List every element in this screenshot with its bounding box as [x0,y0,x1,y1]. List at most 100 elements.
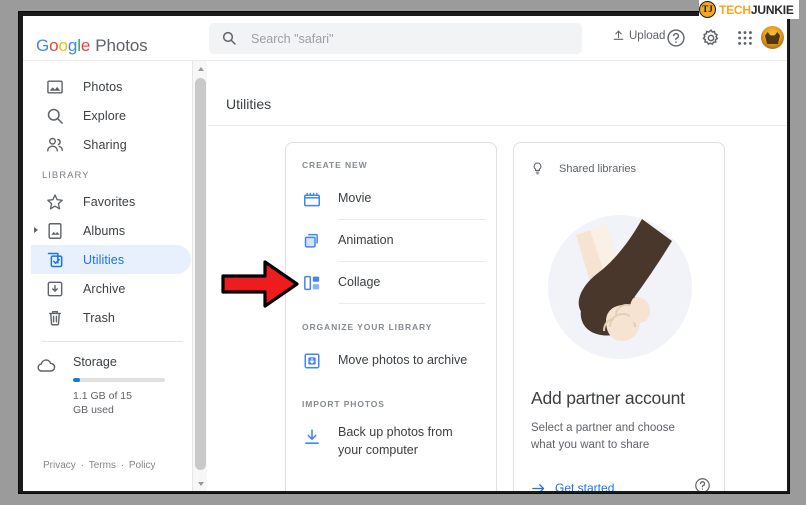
sidebar-divider [42,341,183,342]
get-started-button[interactable]: Get started [531,481,614,491]
create-collage-label: Collage [338,275,381,290]
movie-icon [303,192,320,206]
terms-link[interactable]: Terms [89,460,116,471]
scrollbar-thumb[interactable] [195,78,206,470]
sidebar-item-photos[interactable]: Photos [31,72,191,101]
search-input[interactable] [251,23,571,54]
sidebar-item-trash[interactable]: Trash [31,303,191,332]
back-up-photos-row[interactable]: Back up photos from your computer [302,417,486,459]
logo-letter-e: e [80,36,91,55]
create-animation-row[interactable]: Animation [302,220,486,261]
sidebar-item-favorites[interactable]: Favorites [31,187,191,216]
page-title: Utilities [226,96,272,112]
title-divider [208,125,787,126]
footer-sep: · [120,460,125,471]
techjunkie-badge-icon: TJ [699,1,716,18]
album-icon [48,222,62,239]
sidebar: Photos Explore Sharing LIBRARY Favorites… [23,61,199,491]
footer-sep: · [80,460,84,471]
get-started-label: Get started [555,481,615,491]
people-icon [47,137,63,152]
sidebar-section-library: LIBRARY [42,170,90,181]
chevron-right-icon[interactable] [34,227,38,233]
sidebar-item-utilities[interactable]: Utilities [31,245,191,274]
trash-icon [48,310,62,325]
photo-icon [47,79,63,94]
section-label-organize: ORGANIZE YOUR LIBRARY [302,322,433,332]
watermark-junkie-text: JUNKIE [750,2,794,17]
sidebar-scrollbar[interactable] [192,61,207,491]
section-label-create-new: CREATE NEW [302,160,368,170]
create-collage-row[interactable]: Collage [302,262,486,303]
storage-usage-text: 1.1 GB of 15 GB used [73,389,132,416]
avatar-image [765,32,780,44]
gear-icon[interactable] [701,28,721,48]
download-icon [305,429,319,444]
upload-icon [613,30,624,40]
privacy-link[interactable]: Privacy [43,460,76,471]
add-partner-account-title: Add partner account [531,388,685,408]
logo-letter-o2: o [58,36,68,55]
row-divider [338,303,486,304]
search-icon [222,31,236,45]
screenshot-root: GooglePhotos Upload [0,0,806,505]
techjunkie-badge-text: TJ [702,4,713,14]
sidebar-item-archive[interactable]: Archive [31,274,191,303]
policy-link[interactable]: Policy [129,460,156,471]
apps-grid-icon[interactable] [735,28,755,48]
holding-hands-illustration [514,199,726,374]
page-viewport: GooglePhotos Upload [23,16,787,491]
sidebar-item-label: Archive [83,281,126,296]
move-photos-to-archive-label: Move photos to archive [338,353,468,368]
lightbulb-icon [533,162,542,175]
arrow-right-icon [532,483,545,491]
techjunkie-watermark: TJ TECH JUNKIE [699,0,799,19]
logo-product-name: Photos [95,36,148,55]
search-icon [47,108,63,124]
sidebar-item-label: Utilities [83,252,125,267]
add-partner-account-description: Select a partner and choose what you wan… [531,422,675,451]
help-circle-icon[interactable] [694,477,711,491]
create-new-card: CREATE NEW Movie Animation Collage ORGAN… [285,142,497,491]
archive-box-icon [304,353,320,369]
section-label-import: IMPORT PHOTOS [302,399,385,409]
collage-icon [304,275,320,290]
star-icon [47,193,63,209]
create-movie-label: Movie [338,191,372,206]
watermark-tech-text: TECH [719,2,751,17]
storage-title: Storage [73,355,117,369]
logo-letter-g2: g [67,36,78,55]
sidebar-item-albums[interactable]: Albums [31,216,191,245]
sidebar-item-sharing[interactable]: Sharing [31,130,191,159]
sidebar-footer-links: Privacy · Terms · Policy [42,460,157,471]
create-movie-row[interactable]: Movie [302,178,486,219]
cloud-icon [37,359,56,372]
archive-icon [47,281,63,296]
sidebar-item-label: Albums [83,223,126,238]
logo-letter-g1: G [36,36,50,55]
create-animation-label: Animation [338,233,394,248]
shared-libraries-label: Shared libraries [559,162,637,175]
app-header: GooglePhotos Upload [23,16,787,61]
help-icon[interactable] [666,28,686,48]
storage-progress-fill [73,378,80,382]
google-photos-logo[interactable]: Google Photos [36,36,148,56]
browser-window-frame: GooglePhotos Upload [18,11,790,494]
sidebar-item-label: Explore [83,108,127,123]
avatar[interactable] [761,26,784,49]
storage-progress-track [73,378,165,382]
upload-button[interactable]: Upload [612,29,665,42]
shared-libraries-card: Shared libraries Add partner account Sel… [513,142,725,491]
utilities-icon [47,252,63,267]
search-bar[interactable] [209,23,582,54]
red-arrow-annotation [221,260,299,308]
move-photos-to-archive-row[interactable]: Move photos to archive [302,340,486,381]
sidebar-item-explore[interactable]: Explore [31,101,191,130]
shared-libraries-header: Shared libraries [530,160,724,177]
storage-section[interactable]: Storage 1.1 GB of 15 GB used [23,355,199,417]
scroll-up-arrow-icon[interactable] [193,61,208,76]
scroll-down-arrow-icon[interactable] [193,476,208,491]
upload-label: Upload [629,29,666,42]
sidebar-item-label: Photos [83,79,123,94]
animation-icon [304,233,318,248]
